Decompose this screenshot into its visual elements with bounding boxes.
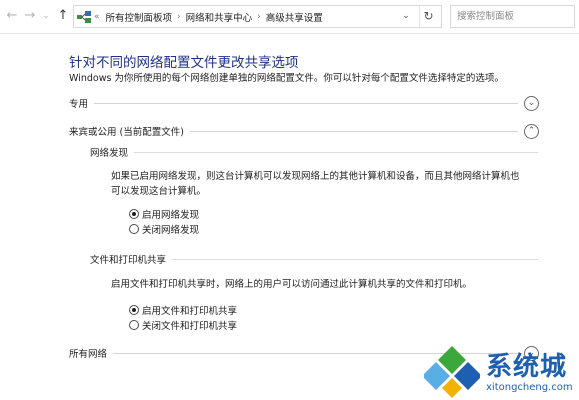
- file-printer-sharing-heading-label: 文件和打印机共享: [90, 255, 167, 266]
- expand-chevron-icon[interactable]: ⌄: [524, 95, 539, 111]
- page-description: Windows 为你所使用的每个网络创建单独的网络配置文件。你可以针对每个配置文…: [69, 73, 504, 84]
- radio-selected-icon[interactable]: [129, 209, 139, 219]
- forward-arrow-icon[interactable]: →: [22, 8, 38, 24]
- file-printer-sharing-heading: 文件和打印机共享: [90, 252, 538, 266]
- collapse-chevron-icon[interactable]: ⌃: [524, 123, 539, 139]
- section-private[interactable]: 专用 ⌄: [69, 95, 539, 111]
- up-arrow-icon[interactable]: ↑: [55, 8, 71, 24]
- divider: [134, 151, 538, 153]
- watermark-url: xitongcheng.com: [486, 382, 573, 393]
- network-discovery-description: 如果已启用网络发现，则这台计算机可以发现网络上的其他计算机和设备，而且其他网络计…: [111, 169, 551, 199]
- watermark: 系统城 xitongcheng.com: [420, 342, 579, 400]
- network-discovery-heading-label: 网络发现: [90, 148, 129, 159]
- breadcrumb-item-all-control-panel[interactable]: 所有控制面板项: [106, 10, 173, 24]
- radio-label: 关闭网络发现: [142, 225, 200, 236]
- network-discovery-text-line1: 如果已启用网络发现，则这台计算机可以发现网络上的其他计算机和设备，而且其他网络计…: [111, 171, 520, 182]
- breadcrumb-separator-icon[interactable]: ›: [257, 12, 261, 22]
- watermark-brand: 系统城: [486, 352, 568, 382]
- address-dropdown-icon[interactable]: ⌄: [399, 6, 413, 27]
- radio-disable-file-printer-sharing[interactable]: 关闭文件和打印机共享: [129, 318, 237, 332]
- breadcrumb: « 所有控制面板项 › 网络和共享中心 › 高级共享设置: [94, 6, 323, 27]
- back-arrow-icon[interactable]: ←: [4, 8, 20, 24]
- breadcrumb-item-network-sharing-center[interactable]: 网络和共享中心: [186, 10, 253, 24]
- radio-enable-file-printer-sharing[interactable]: 启用文件和打印机共享: [129, 303, 237, 317]
- radio-unselected-icon[interactable]: [129, 320, 139, 330]
- breadcrumb-overflow-icon[interactable]: «: [94, 12, 100, 22]
- recent-locations-chevron-icon[interactable]: ⌄: [38, 8, 54, 24]
- radio-disable-network-discovery[interactable]: 关闭网络发现: [129, 222, 199, 236]
- radio-label: 关闭文件和打印机共享: [142, 321, 238, 332]
- section-guest-public-label: 来宾或公用 (当前配置文件): [69, 127, 184, 138]
- network-center-icon: [77, 11, 91, 23]
- divider: [189, 130, 518, 132]
- file-printer-sharing-description: 启用文件和打印机共享时，网络上的用户可以访问通过此计算机共享的文件和打印机。: [111, 279, 473, 290]
- divider: [172, 258, 538, 260]
- refresh-icon[interactable]: ↻: [419, 6, 437, 27]
- page-title: 针对不同的网络配置文件更改共享选项: [69, 55, 299, 71]
- search-input[interactable]: 搜索控制面板: [450, 5, 575, 28]
- breadcrumb-item-advanced-sharing[interactable]: 高级共享设置: [266, 10, 323, 24]
- section-private-label: 专用: [69, 99, 89, 110]
- watermark-logo-icon: [424, 346, 480, 398]
- radio-unselected-icon[interactable]: [129, 224, 139, 234]
- network-discovery-text-line2: 可以发现这台计算机。: [111, 186, 207, 197]
- section-all-networks-label: 所有网络: [69, 349, 108, 360]
- radio-label: 启用文件和打印机共享: [142, 306, 238, 317]
- radio-label: 启用网络发现: [142, 210, 200, 221]
- divider: [94, 102, 518, 104]
- navigation-bar: ← → ⌄ ↑ « 所有控制面板项 › 网络和共享中心 › 高级共享设置 ⌄ ↻…: [0, 0, 579, 34]
- breadcrumb-separator-icon[interactable]: ›: [177, 12, 181, 22]
- address-bar[interactable]: « 所有控制面板项 › 网络和共享中心 › 高级共享设置 ⌄ ↻: [73, 5, 442, 28]
- network-discovery-heading: 网络发现: [90, 145, 538, 159]
- radio-selected-icon[interactable]: [129, 305, 139, 315]
- radio-enable-network-discovery[interactable]: 启用网络发现: [129, 207, 199, 221]
- section-guest-public[interactable]: 来宾或公用 (当前配置文件) ⌃: [69, 123, 539, 139]
